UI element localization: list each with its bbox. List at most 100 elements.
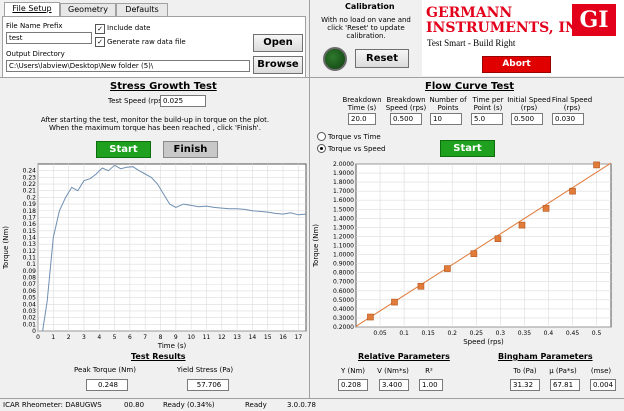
x-axis-label: Speed (rps) [463, 338, 504, 346]
status-value: 00.80 [124, 401, 145, 409]
torque-vs-time-radio[interactable] [317, 132, 326, 141]
rel-v-value: 3.400 [379, 379, 409, 391]
y-tick-label: 0.07 [23, 281, 37, 288]
data-point-marker [494, 235, 502, 243]
x-tick-label: 8 [159, 334, 163, 341]
param-label-line: Point (s) [473, 104, 503, 112]
param-label-line: Time (s) [347, 104, 377, 112]
y-tick-label: 1.7000 [333, 188, 354, 195]
x-tick-label: 3 [82, 334, 86, 341]
data-point-marker [518, 221, 526, 229]
y-tick-label: 0.09 [23, 268, 37, 275]
param-label: Breakdown Speed (rps) [384, 96, 428, 112]
x-tick-label: 0.3 [496, 330, 506, 337]
reset-button[interactable]: Reset [355, 49, 409, 68]
number-of-points-input[interactable]: 10 [430, 113, 462, 125]
y-tick-label: 0.02 [23, 315, 37, 322]
bingham-to-label: To (Pa) [513, 367, 537, 375]
data-point-marker [593, 161, 600, 169]
x-tick-label: 2 [67, 334, 71, 341]
param-label-line: (rps) [520, 104, 538, 112]
status-ready-2: Ready [245, 401, 267, 409]
breakdown-speed-input[interactable]: 0.500 [390, 113, 422, 125]
y-tick-label: 0.04 [23, 301, 37, 308]
stress-growth-chart: 00.010.020.030.040.050.060.070.080.090.1… [2, 163, 307, 349]
x-tick-label: 4 [97, 334, 101, 341]
y-tick-label: 1.1000 [333, 243, 354, 250]
y-tick-label: 0.3000 [333, 315, 354, 322]
bingham-mse-label: (mse) [590, 367, 612, 375]
y-tick-label: 0.15 [23, 228, 37, 235]
raw-data-label: Generate raw data file [107, 38, 186, 46]
stress-growth-title: Stress Growth Test [110, 81, 217, 92]
abort-button[interactable]: Abort [482, 56, 551, 73]
yield-stress-label: Yield Stress (Pa) [176, 366, 234, 374]
param-label-line: Time per [472, 96, 504, 104]
data-point-marker [391, 298, 398, 306]
torque-vs-time-label: Torque vs Time [328, 133, 381, 141]
y-tick-label: 0.23 [23, 174, 37, 181]
tab-label: File Setup [12, 4, 52, 13]
test-speed-input[interactable]: 0.025 [160, 95, 206, 107]
param-label: Initial Speed (rps) [506, 96, 552, 112]
data-point-marker [444, 265, 451, 272]
y-tick-label: 0.2 [26, 194, 36, 201]
bingham-mu-label: μ (Pa*s) [549, 367, 577, 375]
test-speed-label: Test Speed (rps) [108, 97, 165, 105]
y-tick-label: 1.0000 [333, 252, 354, 259]
x-tick-label: 17 [295, 334, 303, 341]
prefix-input[interactable]: test [6, 32, 92, 44]
calibration-panel: Calibration With no load on vane and cli… [310, 2, 420, 76]
param-label-line: Points [437, 104, 459, 112]
y-tick-label: 1.6000 [333, 197, 354, 204]
tab-defaults[interactable]: Defaults [116, 3, 168, 16]
time-per-point-input[interactable]: 5.0 [471, 113, 503, 125]
test-results-title: Test Results [131, 352, 186, 361]
flow-start-button[interactable]: Start [440, 140, 495, 157]
data-point-marker [470, 250, 478, 257]
x-tick-label: 11 [203, 334, 211, 341]
initial-speed-input[interactable]: 0.500 [511, 113, 543, 125]
y-tick-label: 0.9000 [333, 261, 354, 268]
finish-button[interactable]: Finish [163, 141, 218, 158]
y-tick-label: 0.11 [23, 255, 37, 262]
y-tick-label: 0.12 [23, 248, 37, 255]
x-tick-label: 6 [128, 334, 132, 341]
stress-start-button[interactable]: Start [96, 141, 151, 158]
raw-data-checkbox[interactable]: ✓ [95, 37, 105, 47]
browse-button[interactable]: Browse [253, 56, 303, 74]
x-axis-label: Time (s) [157, 342, 187, 349]
y-tick-label: 0.8000 [333, 270, 354, 277]
relative-params-title: Relative Parameters [358, 352, 450, 361]
include-date-label: Include date [107, 24, 151, 32]
yield-stress-value: 57.706 [187, 379, 229, 391]
y-tick-label: 0.1 [26, 261, 36, 268]
breakdown-time-input[interactable]: 20.0 [348, 113, 376, 125]
param-label-line: (rps) [563, 104, 581, 112]
y-tick-label: 0.18 [23, 208, 37, 215]
x-tick-label: 1 [51, 334, 55, 341]
include-date-checkbox[interactable]: ✓ [95, 24, 105, 34]
tab-label: Defaults [125, 5, 159, 14]
torque-vs-speed-radio[interactable] [317, 144, 326, 153]
y-tick-label: 0.4000 [333, 306, 354, 313]
open-button[interactable]: Open [253, 34, 303, 52]
data-point-marker [542, 205, 550, 212]
brand-panel: GERMANN INSTRUMENTS, INC. Test Smart - B… [422, 0, 624, 76]
y-tick-label: 0.6000 [333, 288, 354, 295]
final-speed-input[interactable]: 0.030 [552, 113, 584, 125]
flow-curve-title: Flow Curve Test [425, 81, 515, 92]
tab-geometry[interactable]: Geometry [60, 3, 116, 16]
data-point-marker [417, 282, 425, 290]
x-tick-label: 0.15 [421, 330, 435, 337]
y-tick-label: 1.2000 [333, 233, 354, 240]
param-label-line: Number of [429, 96, 467, 104]
gi-logo: GI [572, 4, 616, 36]
y-tick-label: 1.5000 [333, 206, 354, 213]
peak-torque-label: Peak Torque (Nm) [74, 366, 136, 374]
plot-area [37, 163, 307, 332]
tab-label: Geometry [68, 5, 108, 14]
output-dir-input[interactable]: C:\Users\labview\Desktop\New folder (5)\ [6, 60, 250, 72]
y-tick-label: 0.21 [23, 188, 37, 195]
tab-file-setup[interactable]: File Setup [4, 2, 60, 17]
